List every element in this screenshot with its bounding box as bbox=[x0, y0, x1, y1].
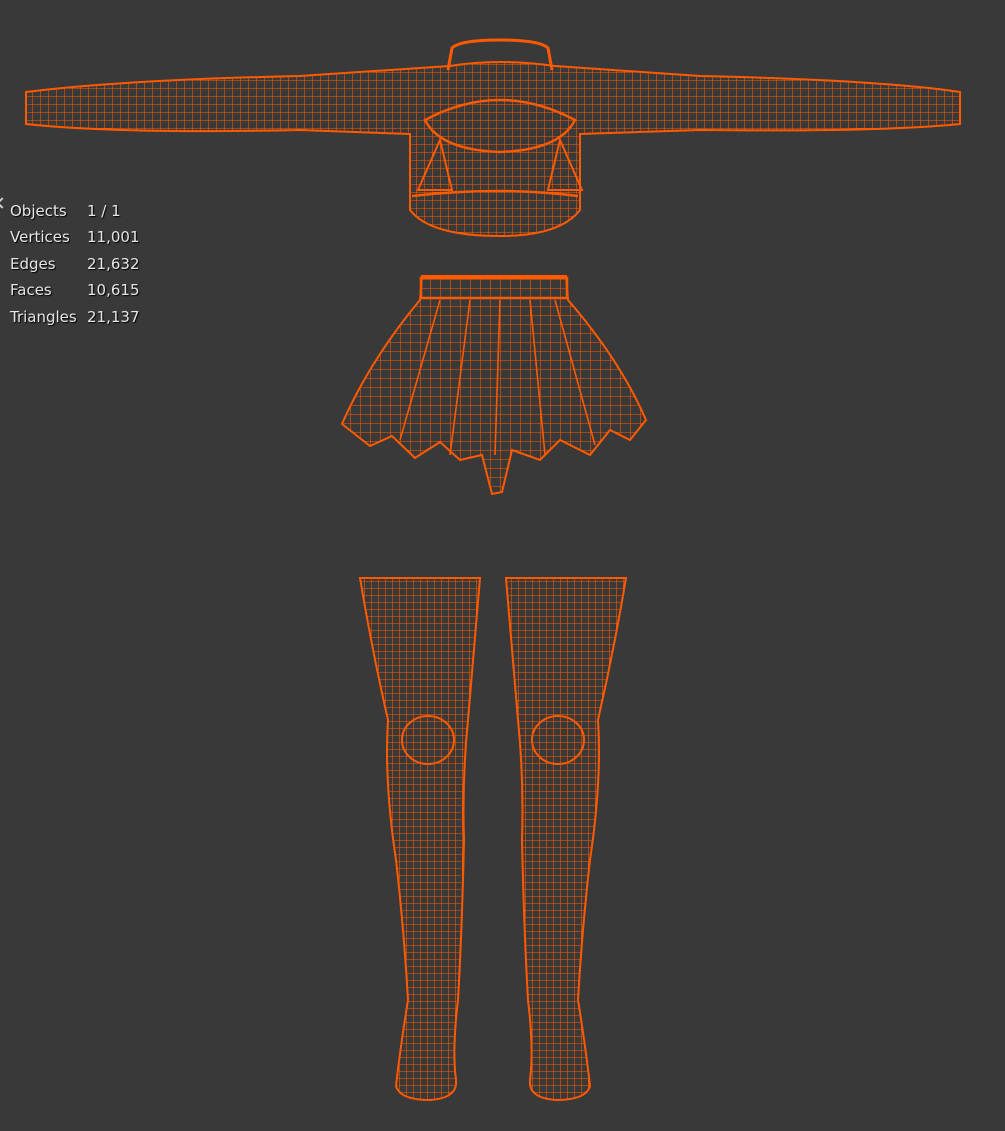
stat-label: Edges bbox=[10, 254, 56, 273]
stat-objects: Objects 1 / 1 bbox=[10, 198, 140, 224]
stat-triangles: Triangles 21,137 bbox=[10, 304, 140, 330]
skirt-body bbox=[340, 275, 648, 496]
skirt-mesh[interactable] bbox=[340, 275, 648, 496]
stat-label: Vertices bbox=[10, 228, 70, 247]
3d-viewport[interactable]: Objects 1 / 1 Vertices 11,001 Edges 21,6… bbox=[0, 0, 1005, 1131]
stat-value: 21,137 bbox=[87, 307, 140, 326]
stat-faces: Faces 10,615 bbox=[10, 277, 140, 303]
right-stocking-mesh[interactable] bbox=[504, 577, 628, 1102]
right-stocking-body bbox=[504, 577, 628, 1102]
sweater-mesh[interactable] bbox=[25, 38, 961, 238]
statistics-overlay: Objects 1 / 1 Vertices 11,001 Edges 21,6… bbox=[10, 198, 140, 330]
stat-label: Triangles bbox=[10, 307, 77, 326]
wireframe-meshes bbox=[25, 38, 961, 1102]
left-stocking-mesh[interactable] bbox=[358, 577, 482, 1102]
stat-value: 10,615 bbox=[87, 281, 140, 300]
stat-value: 1 / 1 bbox=[87, 202, 121, 220]
stat-value: 11,001 bbox=[87, 228, 140, 247]
stat-value: 21,632 bbox=[87, 254, 140, 273]
stat-edges: Edges 21,632 bbox=[10, 251, 140, 277]
stat-label: Objects bbox=[10, 202, 67, 220]
left-stocking-body bbox=[358, 577, 482, 1102]
sweater-sleeves bbox=[25, 61, 961, 238]
stat-vertices: Vertices 11,001 bbox=[10, 224, 140, 250]
stat-label: Faces bbox=[10, 281, 52, 300]
